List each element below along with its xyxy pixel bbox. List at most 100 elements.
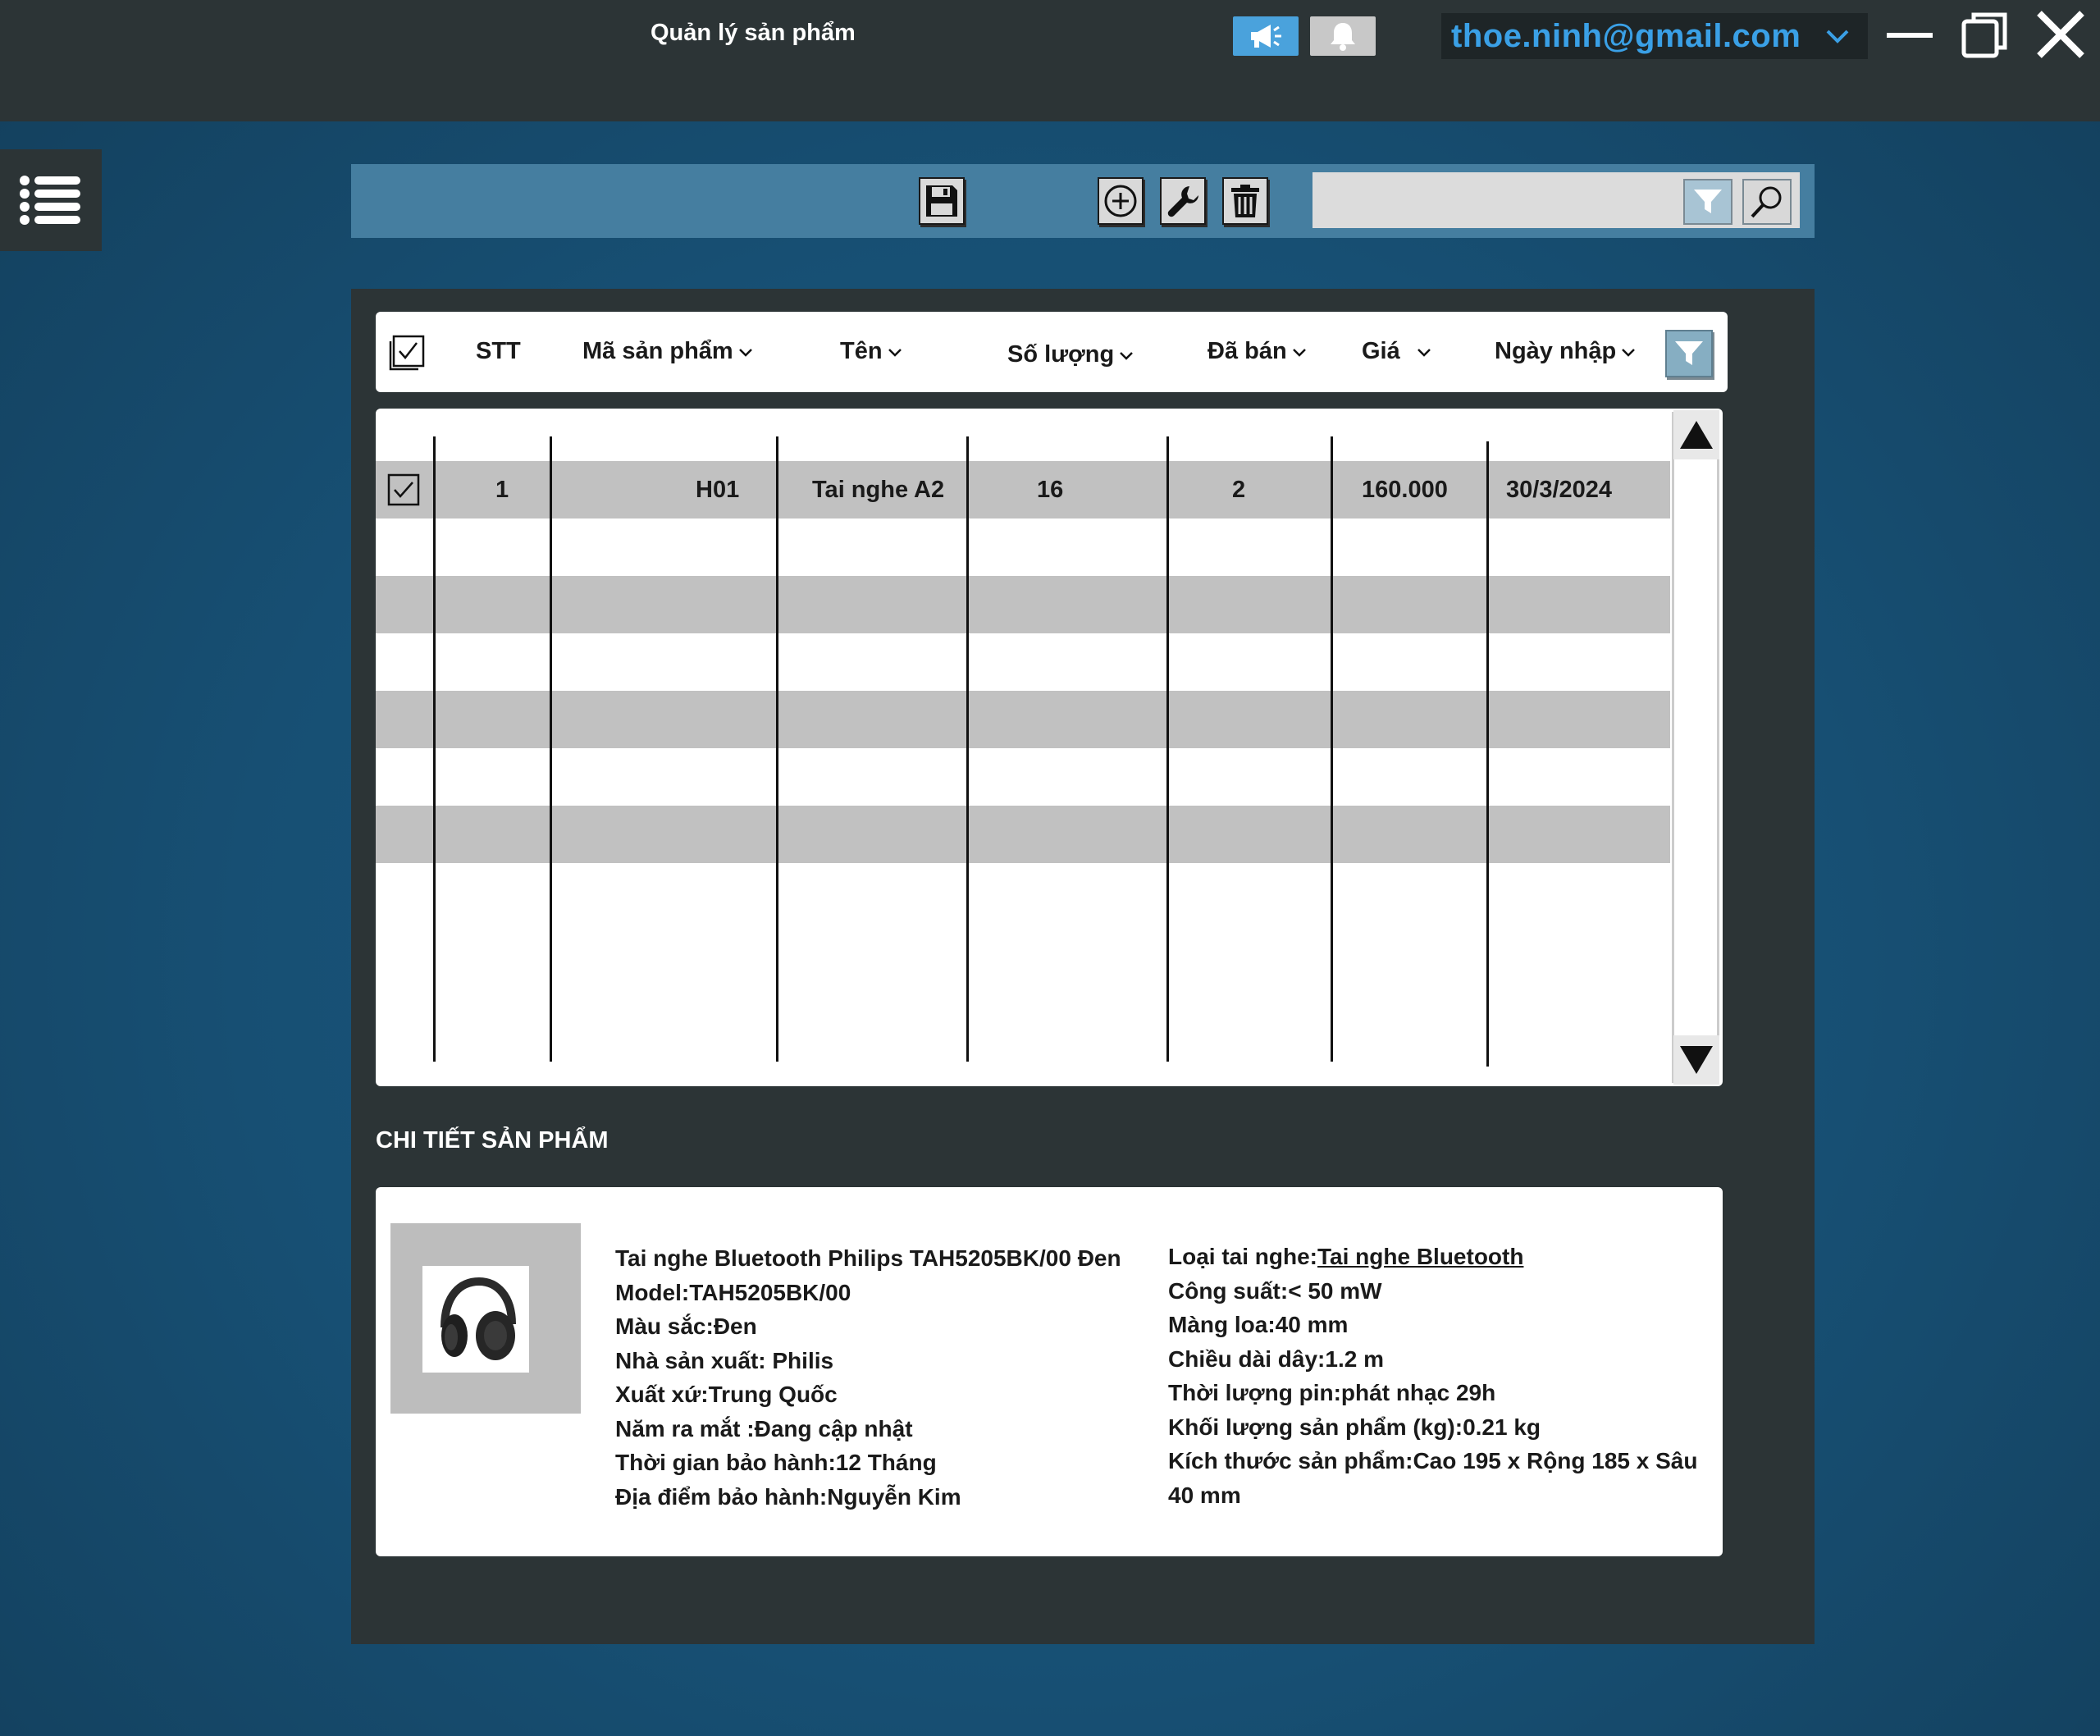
chevron-down-icon bbox=[1120, 351, 1134, 360]
column-header-ten[interactable]: Tên bbox=[840, 338, 902, 365]
add-circle-icon bbox=[1104, 185, 1137, 217]
triangle-down-icon bbox=[1680, 1046, 1713, 1074]
announce-button[interactable] bbox=[1233, 16, 1299, 56]
column-header-label: Giá bbox=[1362, 338, 1400, 364]
spec-list-left: Tai nghe Bluetooth Philips TAH5205BK/00 … bbox=[615, 1241, 1157, 1514]
detail-section-title: CHI TIẾT SẢN PHẨM bbox=[376, 1127, 609, 1154]
spec-line: Màng loa:40 mm bbox=[1168, 1312, 1349, 1337]
trash-icon bbox=[1231, 185, 1259, 217]
spec-line: Tai nghe Bluetooth Philips TAH5205BK/00 … bbox=[615, 1245, 1121, 1271]
save-button[interactable] bbox=[919, 177, 965, 225]
wrench-icon bbox=[1167, 186, 1198, 217]
column-divider bbox=[1331, 436, 1333, 1062]
app-title: Quản lý sản phẩm bbox=[651, 20, 856, 46]
table-row[interactable] bbox=[376, 519, 1670, 576]
spec-line: Màu sắc:Đen bbox=[615, 1313, 757, 1339]
side-menu-button[interactable] bbox=[0, 149, 102, 251]
spec-type-label: Loại tai nghe: bbox=[1168, 1244, 1317, 1269]
triangle-up-icon bbox=[1680, 421, 1713, 449]
search-box bbox=[1312, 172, 1800, 228]
column-header-label: STT bbox=[476, 338, 521, 364]
restore-button[interactable] bbox=[1959, 8, 2011, 61]
magnifier-icon bbox=[1751, 186, 1782, 218]
scroll-up-button[interactable] bbox=[1673, 410, 1719, 459]
chevron-down-icon bbox=[738, 348, 752, 357]
column-divider bbox=[433, 436, 436, 1062]
column-filter-button[interactable] bbox=[1665, 330, 1713, 377]
spec-line: Model:TAH5205BK/00 bbox=[615, 1279, 851, 1305]
chevron-down-icon bbox=[1826, 30, 1849, 43]
chevron-down-icon bbox=[1622, 348, 1636, 357]
spec-line: Nhà sản xuất: Philis bbox=[615, 1347, 834, 1373]
product-image bbox=[422, 1266, 529, 1373]
table-row[interactable] bbox=[376, 806, 1670, 863]
table-row[interactable] bbox=[376, 576, 1670, 633]
product-detail-card: Tai nghe Bluetooth Philips TAH5205BK/00 … bbox=[376, 1187, 1723, 1556]
column-header-stt[interactable]: STT bbox=[476, 338, 521, 365]
column-divider bbox=[776, 436, 778, 1062]
chevron-down-icon bbox=[888, 348, 902, 357]
list-menu-icon bbox=[20, 176, 80, 225]
restore-icon bbox=[1961, 12, 2007, 58]
spec-line: Xuất xứ:Trung Quốc bbox=[615, 1382, 838, 1407]
search-button[interactable] bbox=[1742, 179, 1792, 225]
scroll-down-button[interactable] bbox=[1673, 1035, 1719, 1085]
spec-line: Chiều dài dây:1.2 m bbox=[1168, 1345, 1384, 1372]
spec-line: Khối lượng sản phẩm (kg):0.21 kg bbox=[1168, 1414, 1541, 1440]
column-divider bbox=[1166, 436, 1169, 1062]
column-divider bbox=[1486, 441, 1489, 1067]
spec-line: Thời gian bảo hành:12 Tháng bbox=[615, 1450, 937, 1475]
minimize-icon bbox=[1887, 33, 1933, 38]
checkbox-checked-icon bbox=[387, 473, 420, 506]
chevron-down-icon bbox=[1292, 348, 1306, 357]
filter-icon bbox=[1675, 341, 1703, 365]
spec-line: Địa điểm bảo hành:Nguyễn Kim bbox=[615, 1483, 961, 1510]
column-divider bbox=[966, 436, 969, 1062]
table-header: STT Mã sản phẩm Tên Số lượng Đã bán Giá … bbox=[376, 312, 1728, 392]
account-dropdown[interactable]: thoe.ninh@gmail.com bbox=[1441, 13, 1868, 59]
column-header-label: Mã sản phẩm bbox=[582, 338, 733, 364]
title-bar: Quản lý sản phẩm thoe.ninh@gmail.com bbox=[0, 0, 2100, 121]
column-header-ma-san-pham[interactable]: Mã sản phẩm bbox=[582, 338, 753, 365]
column-header-label: Tên bbox=[840, 338, 883, 364]
cell-ngay-nhap: 30/3/2024 bbox=[1506, 476, 1613, 503]
minimize-button[interactable] bbox=[1883, 8, 1936, 61]
edit-button[interactable] bbox=[1160, 177, 1206, 225]
column-header-ngay-nhap[interactable]: Ngày nhập bbox=[1495, 338, 1636, 365]
row-checkbox[interactable] bbox=[387, 461, 420, 519]
headphones-icon bbox=[441, 1277, 516, 1360]
column-header-da-ban[interactable]: Đã bán bbox=[1208, 338, 1307, 365]
spec-line: Công suất:< 50 mW bbox=[1168, 1277, 1382, 1304]
spec-line: Thời lượng pin:phát nhạc 29h bbox=[1168, 1380, 1496, 1405]
bell-icon bbox=[1331, 23, 1355, 51]
table-row[interactable] bbox=[376, 691, 1670, 748]
column-header-gia[interactable]: Giá bbox=[1362, 338, 1431, 365]
save-icon bbox=[926, 185, 957, 217]
table-row[interactable] bbox=[376, 748, 1670, 806]
product-image-frame bbox=[390, 1223, 581, 1414]
cell-so-luong: 16 bbox=[1037, 476, 1064, 503]
cell-gia: 160.000 bbox=[1362, 476, 1448, 503]
account-email: thoe.ninh@gmail.com bbox=[1451, 17, 1801, 54]
chevron-down-icon bbox=[1417, 348, 1431, 357]
product-table: 1 H01 Tai nghe A2 16 2 160.000 30/3/2024 bbox=[376, 409, 1723, 1086]
search-input[interactable] bbox=[1312, 172, 1682, 228]
table-row[interactable]: 1 H01 Tai nghe A2 16 2 160.000 30/3/2024 bbox=[376, 461, 1670, 519]
table-row[interactable] bbox=[376, 633, 1670, 691]
cell-ma-san-pham: H01 bbox=[696, 476, 740, 503]
spec-line: Kích thước sản phẩm:Cao 195 x Rộng 185 x… bbox=[1168, 1448, 1698, 1508]
notifications-button[interactable] bbox=[1310, 16, 1376, 56]
add-button[interactable] bbox=[1098, 177, 1144, 225]
close-icon bbox=[2037, 11, 2084, 58]
search-filter-button[interactable] bbox=[1683, 179, 1732, 225]
vertical-scrollbar[interactable] bbox=[1672, 412, 1719, 1083]
filter-icon bbox=[1694, 190, 1722, 213]
spec-type-link[interactable]: Tai nghe Bluetooth bbox=[1317, 1244, 1523, 1269]
column-header-so-luong[interactable]: Số lượng bbox=[1007, 341, 1134, 368]
close-button[interactable] bbox=[2034, 8, 2087, 61]
cell-da-ban: 2 bbox=[1232, 476, 1246, 503]
select-all-checkbox[interactable] bbox=[389, 335, 425, 375]
delete-button[interactable] bbox=[1222, 177, 1268, 225]
column-divider bbox=[550, 436, 552, 1062]
cell-ten: Tai nghe A2 bbox=[812, 476, 945, 503]
